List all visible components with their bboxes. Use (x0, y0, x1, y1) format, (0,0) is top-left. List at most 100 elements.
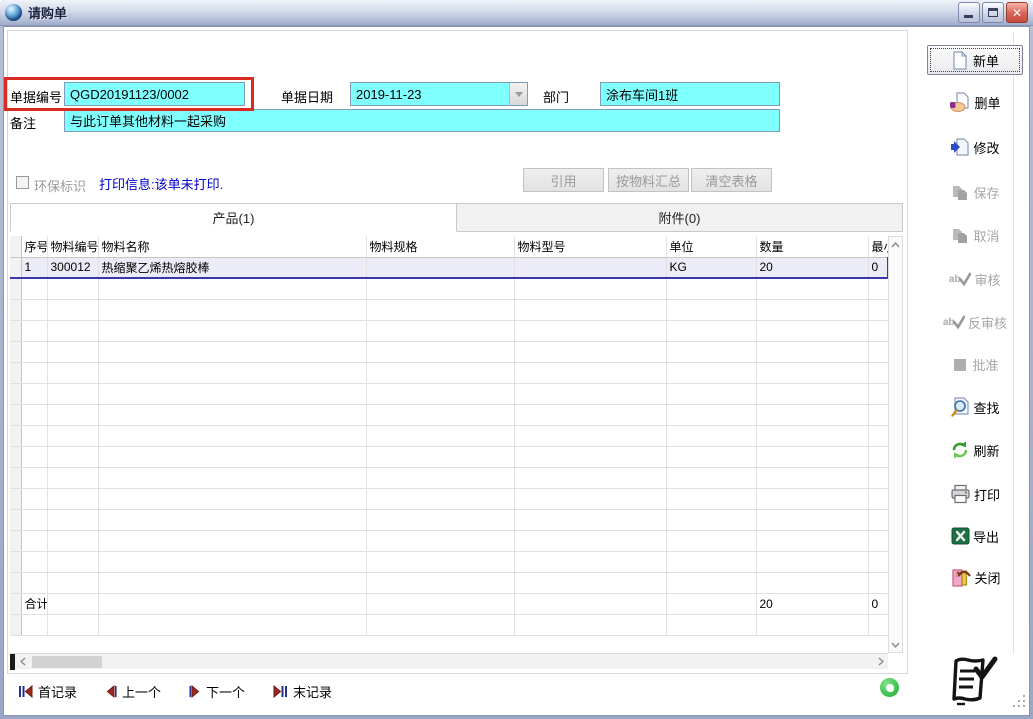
table-cell[interactable] (98, 446, 366, 467)
table-cell[interactable] (98, 530, 366, 551)
table-cell[interactable] (514, 425, 666, 446)
table-cell[interactable] (868, 404, 888, 425)
close-button[interactable]: ✕ (1006, 2, 1028, 23)
row-selector[interactable] (10, 488, 21, 509)
table-cell[interactable] (666, 299, 756, 320)
row-selector[interactable] (10, 551, 21, 572)
remark-field[interactable]: 与此订单其他材料一起采购 (64, 109, 780, 132)
column-header[interactable]: 物料规格 (366, 236, 514, 257)
table-cell[interactable] (98, 593, 366, 614)
tab-attachment[interactable]: 附件(0) (457, 203, 903, 232)
resize-grip[interactable] (1011, 695, 1027, 709)
table-cell[interactable] (366, 509, 514, 530)
table-cell[interactable] (47, 551, 98, 572)
table-cell[interactable] (98, 467, 366, 488)
table-cell[interactable]: 热缩聚乙烯热熔胶棒 (98, 257, 366, 278)
table-cell[interactable] (47, 299, 98, 320)
table-cell[interactable] (756, 299, 868, 320)
table-cell[interactable] (98, 488, 366, 509)
close-doc-button[interactable]: 关闭 (925, 564, 1025, 590)
table-cell[interactable] (756, 278, 868, 299)
table-cell[interactable] (98, 614, 366, 635)
table-cell[interactable] (98, 278, 366, 299)
table-cell[interactable] (868, 614, 888, 635)
table-cell[interactable] (98, 362, 366, 383)
table-cell[interactable] (21, 467, 47, 488)
table-cell[interactable] (98, 572, 366, 593)
table-cell[interactable] (98, 341, 366, 362)
table-cell[interactable] (98, 509, 366, 530)
table-cell[interactable] (366, 551, 514, 572)
table-cell[interactable] (868, 341, 888, 362)
table-cell[interactable] (514, 299, 666, 320)
table-cell[interactable]: 0 (868, 257, 888, 278)
table-cell[interactable] (666, 362, 756, 383)
cancel-button[interactable]: 取消 (925, 222, 1025, 248)
table-cell[interactable] (21, 404, 47, 425)
table-cell[interactable] (47, 341, 98, 362)
column-header[interactable]: 物料编号 (47, 236, 98, 257)
column-header[interactable]: 单位 (666, 236, 756, 257)
table-cell[interactable] (666, 572, 756, 593)
table-cell[interactable]: 300012 (47, 257, 98, 278)
table-cell[interactable] (21, 278, 47, 299)
table-cell[interactable] (756, 530, 868, 551)
quick-action-icon[interactable] (880, 678, 899, 697)
table-cell[interactable] (756, 320, 868, 341)
table-cell[interactable] (366, 341, 514, 362)
table-cell[interactable] (21, 425, 47, 446)
table-cell[interactable] (756, 614, 868, 635)
scroll-left-icon[interactable] (15, 654, 30, 669)
table-cell[interactable] (366, 572, 514, 593)
table-cell[interactable] (666, 509, 756, 530)
table-cell[interactable] (21, 383, 47, 404)
table-cell[interactable] (366, 404, 514, 425)
chevron-down-icon[interactable] (509, 83, 527, 105)
table-cell[interactable] (756, 446, 868, 467)
table-cell[interactable] (21, 530, 47, 551)
row-selector[interactable] (10, 320, 21, 341)
row-selector[interactable] (10, 362, 21, 383)
table-cell[interactable] (666, 425, 756, 446)
table-cell[interactable] (514, 278, 666, 299)
column-header[interactable]: 物料型号 (514, 236, 666, 257)
table-cell[interactable] (756, 467, 868, 488)
summarize-by-material-button[interactable]: 按物料汇总 (608, 168, 689, 192)
table-cell[interactable] (514, 320, 666, 341)
table-cell[interactable] (98, 551, 366, 572)
table-cell[interactable] (514, 446, 666, 467)
table-cell[interactable] (514, 593, 666, 614)
table-cell[interactable] (366, 425, 514, 446)
table-cell[interactable] (868, 530, 888, 551)
table-cell[interactable] (47, 425, 98, 446)
table-cell[interactable] (47, 320, 98, 341)
table-cell[interactable] (47, 362, 98, 383)
table-cell[interactable] (756, 551, 868, 572)
table-cell[interactable] (366, 278, 514, 299)
table-cell[interactable] (868, 320, 888, 341)
first-record-button[interactable]: 首记录 (18, 682, 77, 701)
table-cell[interactable]: 合计 (21, 593, 47, 614)
horizontal-scrollbar[interactable] (10, 653, 888, 669)
table-cell[interactable] (47, 572, 98, 593)
export-button[interactable]: 导出 (925, 523, 1025, 549)
table-cell[interactable]: 20 (756, 257, 868, 278)
table-cell[interactable] (366, 488, 514, 509)
table-cell[interactable] (756, 362, 868, 383)
modify-button[interactable]: 修改 (925, 134, 1025, 160)
table-cell[interactable] (868, 446, 888, 467)
table-cell[interactable] (47, 614, 98, 635)
table-cell[interactable] (514, 341, 666, 362)
table-cell[interactable] (666, 320, 756, 341)
table-cell[interactable] (47, 278, 98, 299)
vertical-scrollbar[interactable] (888, 236, 903, 653)
table-cell[interactable] (47, 530, 98, 551)
column-header[interactable]: 最小 (868, 236, 888, 257)
table-cell[interactable] (98, 299, 366, 320)
scroll-right-icon[interactable] (873, 654, 888, 669)
table-cell[interactable] (47, 509, 98, 530)
scrollbar-thumb[interactable] (32, 656, 102, 668)
row-selector-header[interactable] (10, 236, 21, 257)
row-selector[interactable] (10, 467, 21, 488)
minimize-button[interactable] (958, 2, 980, 23)
